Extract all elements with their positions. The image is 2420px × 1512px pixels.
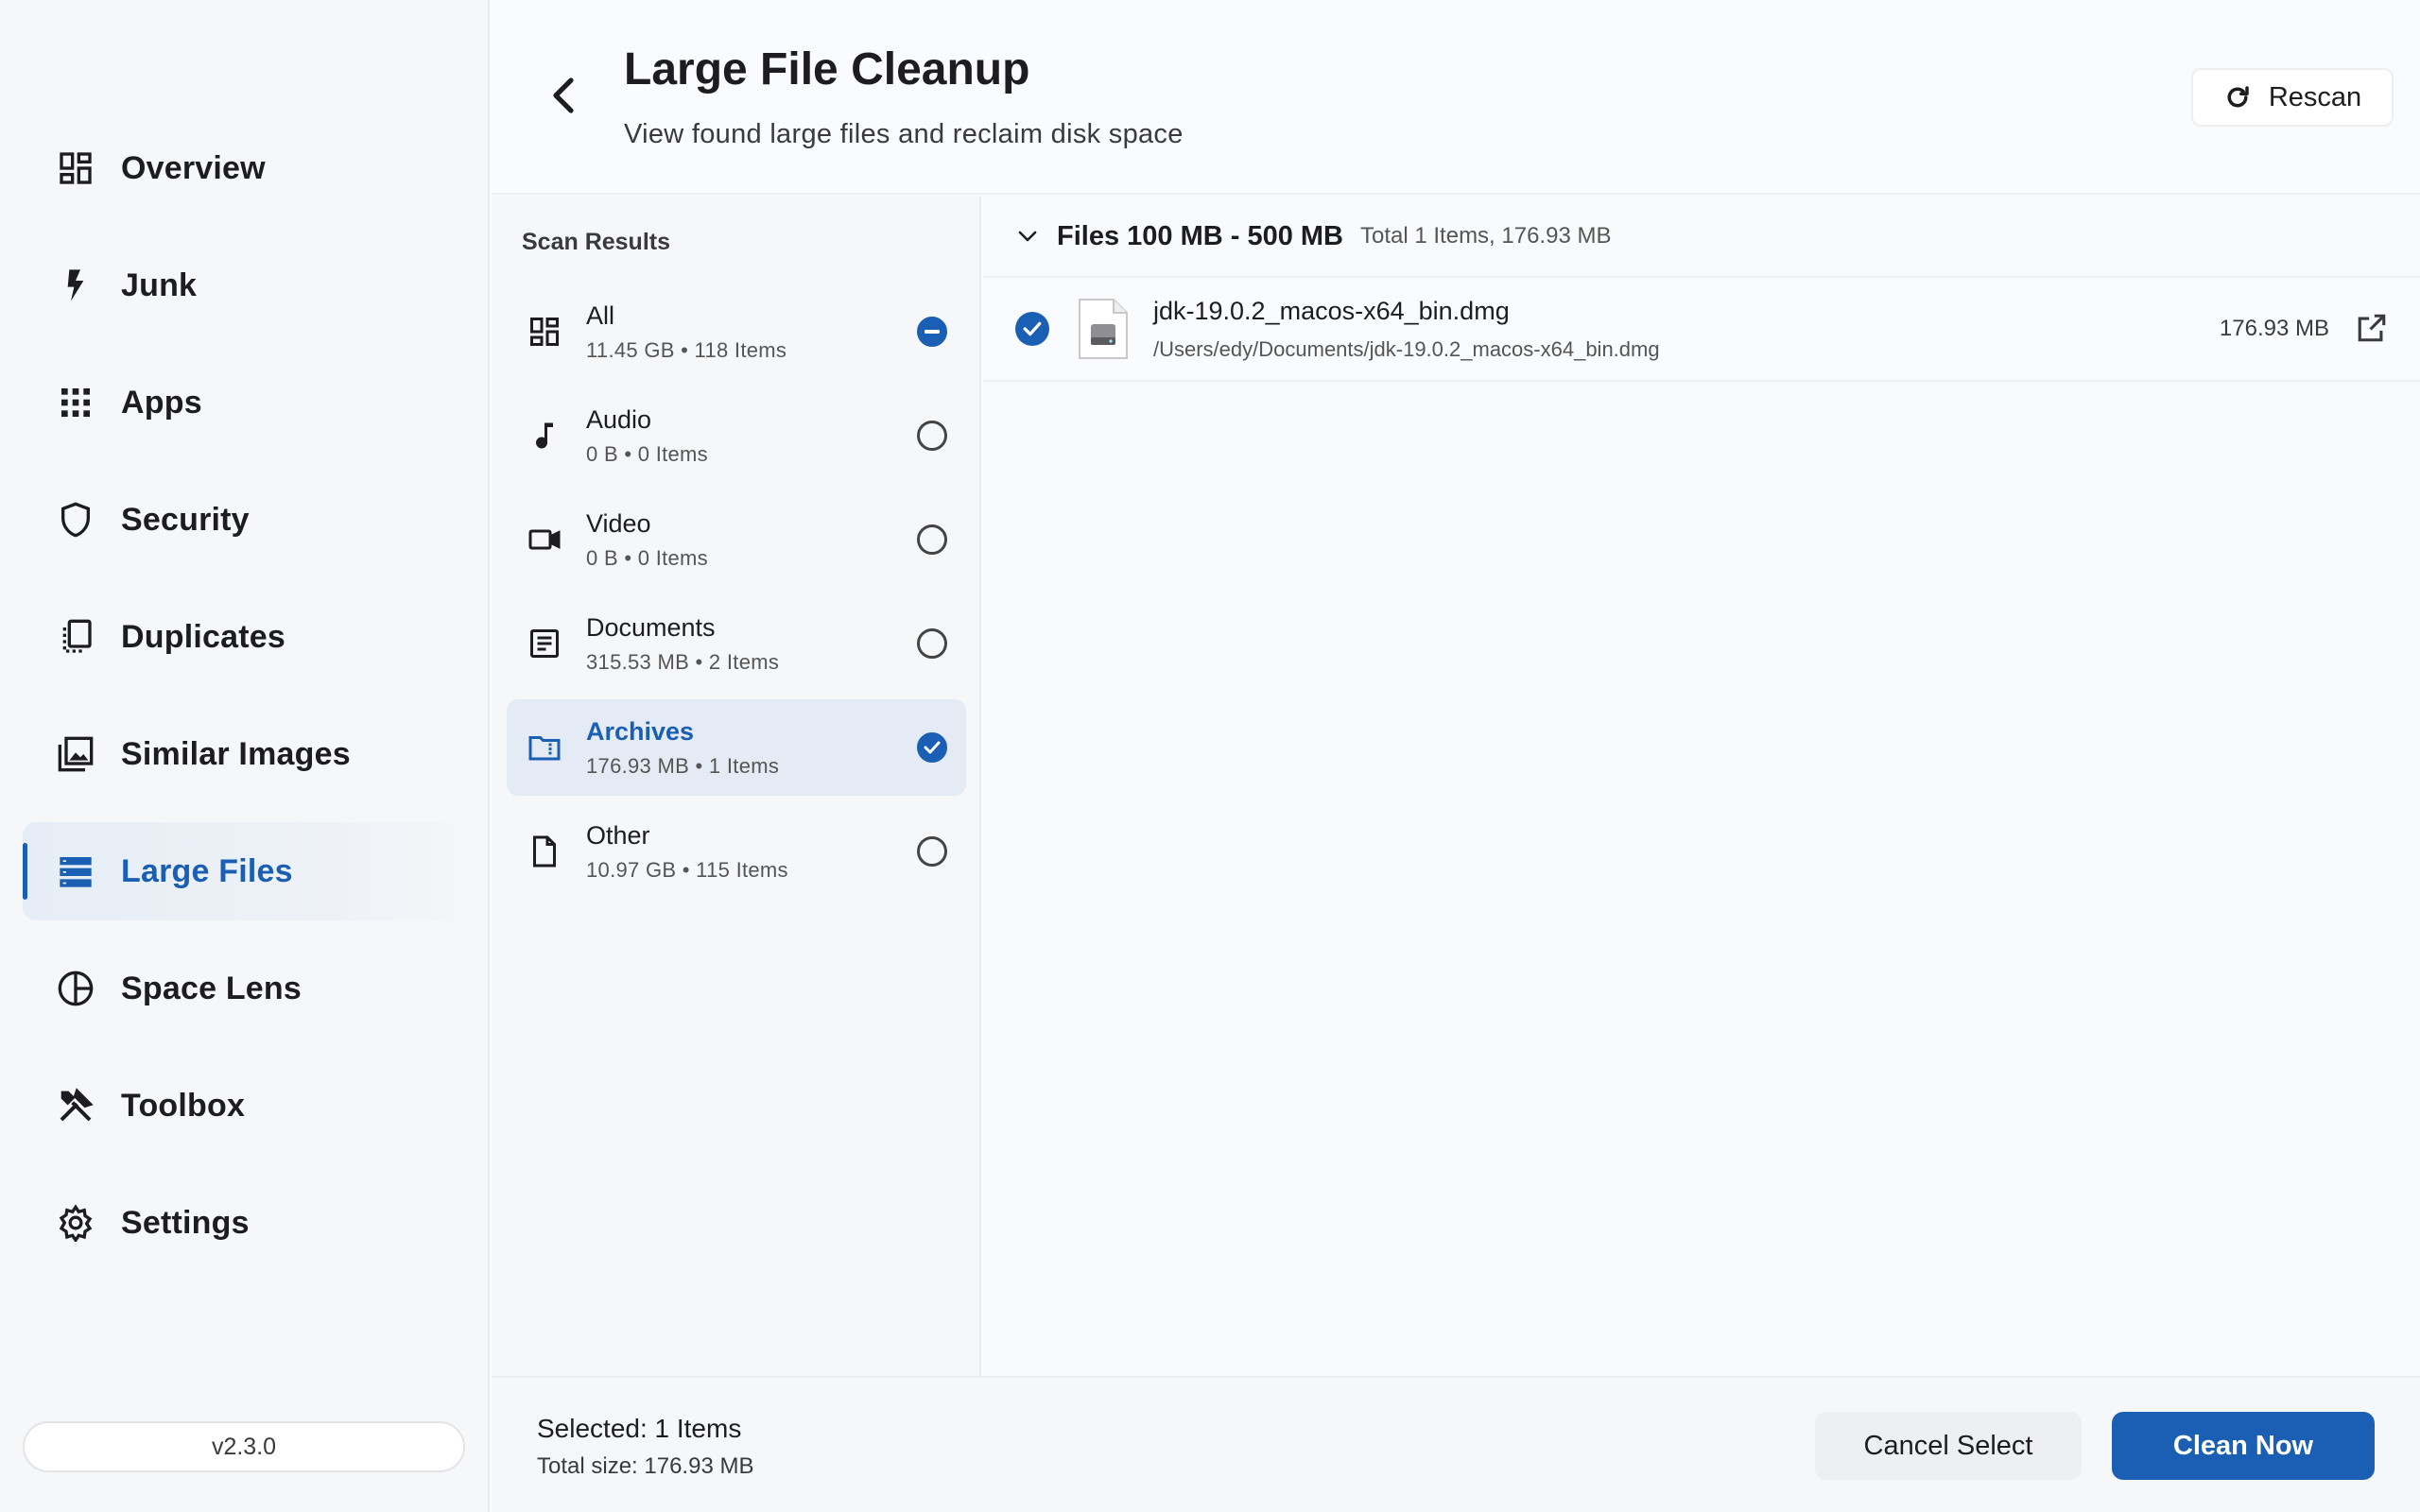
scan-results-panel: Scan Results All 11.45 GB • 118 Items Au… xyxy=(492,197,981,1376)
action-footer: Selected: 1 Items Total size: 176.93 MB … xyxy=(492,1376,2420,1512)
sidebar-item-toolbox[interactable]: Toolbox xyxy=(23,1057,465,1155)
category-audio[interactable]: Audio 0 B • 0 Items xyxy=(507,387,966,484)
file-path: /Users/edy/Documents/jdk-19.0.2_macos-x6… xyxy=(1153,336,1660,361)
file-group-title: Files 100 MB - 500 MB xyxy=(1057,220,1343,251)
chevron-down-icon[interactable] xyxy=(1017,230,1038,243)
sidebar-item-security[interactable]: Security xyxy=(23,471,465,569)
pie-icon xyxy=(55,968,96,1009)
file-name: jdk-19.0.2_macos-x64_bin.dmg xyxy=(1153,296,1510,325)
category-meta: 315.53 MB • 2 Items xyxy=(586,649,780,674)
sidebar-item-apps[interactable]: Apps xyxy=(23,353,465,452)
category-meta: 176.93 MB • 1 Items xyxy=(586,753,780,778)
storage-icon xyxy=(55,850,96,892)
document-icon xyxy=(526,625,563,662)
sidebar-item-label: Security xyxy=(121,501,250,538)
category-select-toggle[interactable] xyxy=(917,732,947,763)
page-header: Large File Cleanup View found large file… xyxy=(492,0,2420,195)
file-group-meta: Total 1 Items, 176.93 MB xyxy=(1360,223,1612,249)
app-window: Overview Junk Apps Security Duplicates S… xyxy=(0,0,2420,1512)
category-video[interactable]: Video 0 B • 0 Items xyxy=(507,491,966,588)
rescan-label: Rescan xyxy=(2268,81,2362,112)
chevron-left-icon xyxy=(553,77,574,113)
category-select-toggle[interactable] xyxy=(917,524,947,555)
sidebar-item-settings[interactable]: Settings xyxy=(23,1174,465,1272)
duplicates-icon xyxy=(55,616,96,658)
tools-icon xyxy=(55,1085,96,1126)
checkmark-icon xyxy=(924,741,941,754)
version-badge: v2.3.0 xyxy=(23,1421,465,1472)
page-title: Large File Cleanup xyxy=(624,44,1030,94)
sidebar-item-label: Duplicates xyxy=(121,618,285,655)
archive-folder-icon xyxy=(526,729,563,766)
file-list-panel: Files 100 MB - 500 MB Total 1 Items, 176… xyxy=(983,197,2420,1376)
scan-results-title: Scan Results xyxy=(522,229,671,255)
rescan-button[interactable]: Rescan xyxy=(2191,68,2394,127)
disk-image-file-icon xyxy=(1079,299,1128,359)
category-select-toggle[interactable] xyxy=(917,421,947,451)
sidebar-item-similar-images[interactable]: Similar Images xyxy=(23,705,465,803)
sidebar-item-label: Space Lens xyxy=(121,970,302,1006)
page-subtitle: View found large files and reclaim disk … xyxy=(624,119,1184,149)
sidebar-item-label: Toolbox xyxy=(121,1087,246,1124)
category-meta: 11.45 GB • 118 Items xyxy=(586,337,787,362)
shield-icon xyxy=(55,499,96,541)
sidebar-item-label: Overview xyxy=(121,149,266,186)
music-note-icon xyxy=(526,417,563,455)
category-select-toggle[interactable] xyxy=(917,628,947,659)
sidebar-item-label: Similar Images xyxy=(121,735,351,772)
gear-icon xyxy=(55,1202,96,1244)
file-icon xyxy=(526,833,563,870)
category-name: Documents xyxy=(586,612,716,642)
dashboard-icon xyxy=(55,147,96,189)
file-group-header[interactable]: Files 100 MB - 500 MB Total 1 Items, 176… xyxy=(983,197,2420,278)
category-name: Video xyxy=(586,508,651,538)
sidebar: Overview Junk Apps Security Duplicates S… xyxy=(0,0,490,1512)
open-external-icon[interactable] xyxy=(2356,312,2388,344)
category-meta: 10.97 GB • 115 Items xyxy=(586,857,788,882)
category-meta: 0 B • 0 Items xyxy=(586,441,708,466)
category-meta: 0 B • 0 Items xyxy=(586,545,708,570)
bolt-icon xyxy=(55,265,96,306)
selected-count: Selected: 1 Items xyxy=(537,1414,742,1443)
refresh-icon xyxy=(2227,86,2249,108)
sidebar-item-label: Junk xyxy=(121,266,198,303)
category-list: All 11.45 GB • 118 Items Audio 0 B • 0 I… xyxy=(507,284,966,907)
sidebar-item-duplicates[interactable]: Duplicates xyxy=(23,588,465,686)
sidebar-nav: Overview Junk Apps Security Duplicates S… xyxy=(23,119,465,1291)
file-size: 176.93 MB xyxy=(2219,316,2329,341)
images-icon xyxy=(55,733,96,775)
file-row[interactable]: jdk-19.0.2_macos-x64_bin.dmg /Users/edy/… xyxy=(983,278,2420,382)
category-name: Archives xyxy=(586,716,695,746)
category-documents[interactable]: Documents 315.53 MB • 2 Items xyxy=(507,595,966,692)
category-all[interactable]: All 11.45 GB • 118 Items xyxy=(507,284,966,380)
sidebar-item-large-files[interactable]: Large Files xyxy=(23,822,465,920)
category-select-toggle[interactable] xyxy=(917,836,947,867)
category-name: Audio xyxy=(586,404,652,434)
cancel-select-button[interactable]: Cancel Select xyxy=(1815,1412,2082,1480)
category-other[interactable]: Other 10.97 GB • 115 Items xyxy=(507,803,966,900)
dashboard-icon xyxy=(526,313,563,351)
category-name: Other xyxy=(586,820,650,850)
category-name: All xyxy=(586,301,615,330)
sidebar-item-label: Large Files xyxy=(121,852,293,889)
sidebar-item-space-lens[interactable]: Space Lens xyxy=(23,939,465,1038)
grid-icon xyxy=(55,382,96,423)
minus-icon xyxy=(925,330,940,334)
back-button[interactable] xyxy=(543,74,586,117)
sidebar-item-label: Apps xyxy=(121,384,202,421)
category-select-toggle[interactable] xyxy=(917,317,947,347)
checkmark-icon xyxy=(1023,321,1042,336)
sidebar-item-junk[interactable]: Junk xyxy=(23,236,465,335)
category-archives[interactable]: Archives 176.93 MB • 1 Items xyxy=(507,699,966,796)
sidebar-item-label: Settings xyxy=(121,1204,250,1241)
clean-now-button[interactable]: Clean Now xyxy=(2112,1412,2375,1480)
selected-total-size: Total size: 176.93 MB xyxy=(537,1453,754,1479)
sidebar-item-overview[interactable]: Overview xyxy=(23,119,465,217)
video-camera-icon xyxy=(526,521,563,558)
file-checkbox[interactable] xyxy=(1015,312,1049,346)
